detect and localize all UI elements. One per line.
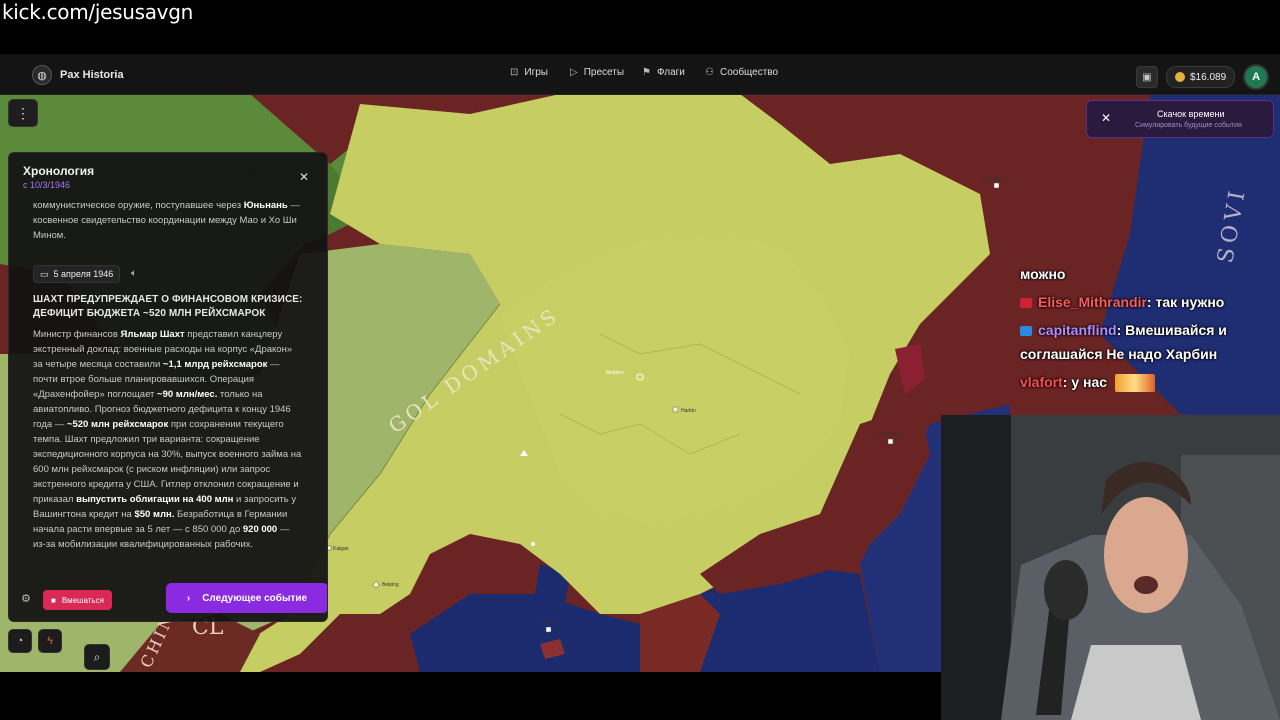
timeline-title: Хронология [23, 164, 95, 178]
search-icon: ⌕ [93, 649, 101, 664]
svg-text:Khabarovsk: Khabarovsk [983, 177, 1010, 183]
bottom-toolbar: ◔ ϟ [8, 629, 62, 653]
more-vertical-icon: ⋮ [16, 104, 30, 121]
users-icon: ⚇ [705, 67, 714, 78]
event-headline: ШАХТ ПРЕДУПРЕЖДАЕТ О ФИНАНСОВОМ КРИЗИСЕ:… [33, 294, 303, 319]
emphasis-text: ~1,1 млрд рейхсмарок [162, 359, 268, 370]
chevron-right-icon: › [186, 592, 191, 604]
nav-flags[interactable]: ⚑ Флаги [642, 67, 685, 78]
speaker-icon[interactable]: 🔈︎ [131, 268, 137, 279]
balance-badge[interactable]: $16.089 [1166, 66, 1236, 88]
svg-text:Beiping: Beiping [382, 582, 399, 588]
top-right-controls: ▣ $16.089 A [1136, 64, 1270, 90]
streamer-webcam [941, 415, 1280, 720]
city-beiping[interactable]: Beiping [372, 580, 399, 589]
app-name: Pax Historia [60, 69, 124, 81]
settings-icon[interactable]: ⚙ [21, 592, 31, 605]
badge-icon [1020, 298, 1032, 309]
map-search-button[interactable]: ⌕ [84, 644, 110, 670]
calendar-icon: ▭ [40, 268, 49, 279]
top-bar: ◍ Pax Historia ⊡ Игры ▷ Пресеты ⚑ Флаги … [0, 54, 1280, 95]
gift-icon: ▣ [1142, 71, 1152, 83]
lightning-icon: ϟ [47, 635, 53, 647]
unit-marker-icon [531, 542, 535, 546]
play-icon: ▷ [570, 67, 578, 78]
nav-community[interactable]: ⚇ Сообщество [705, 67, 778, 78]
svg-text:Kalgan: Kalgan [333, 546, 349, 552]
emphasis-text: ~520 млн рейхсмарок [66, 419, 169, 430]
body-text: при сохранении текущего темпа. Шахт пред… [33, 419, 302, 505]
globe-icon: ◍ [32, 65, 52, 85]
interfere-button[interactable]: ■ Вмешаться [43, 590, 112, 610]
close-icon[interactable]: ✕ [299, 170, 309, 184]
previous-event-text: коммунистическое оружие, поступавшее чер… [33, 200, 300, 241]
nav-games[interactable]: ⊡ Игры [510, 67, 548, 78]
timeline-panel: Хронология с 10/3/1946 ✕ коммунистическо… [8, 152, 328, 622]
emphasis-text: ~90 млн/мес. [157, 389, 218, 400]
badge-icon [1020, 326, 1032, 337]
emphasis-text: 920 000 [242, 524, 278, 535]
emphasis-text: выпустить облигации на 400 млн [76, 494, 234, 505]
chat-bubble-icon: ◔ [16, 635, 24, 647]
event-date-chip: ▭ 5 апреля 1946 [33, 265, 121, 283]
svg-text:Harbin: Harbin [681, 408, 696, 414]
nav-presets[interactable]: ▷ Пресеты [570, 67, 624, 78]
timeline-since-date: с 10/3/1946 [23, 180, 71, 190]
menu-button[interactable]: ⋮ [8, 99, 38, 127]
time-jump-title: Скачок времени [1157, 109, 1225, 119]
emphasis-text: $50 млн. [134, 509, 175, 520]
square-icon: ■ [51, 595, 56, 605]
svg-text:Vladivostok: Vladivostok [877, 432, 903, 438]
flag-icon: ⚑ [642, 67, 651, 78]
stream-url-overlay: kick.com/jesusavgn [2, 0, 193, 24]
time-jump-subtitle: Симулировать будущие события [1135, 122, 1242, 129]
flash-button[interactable]: ϟ [38, 629, 62, 653]
gamepad-icon: ⊡ [510, 67, 519, 78]
body-text: Министр финансов [33, 329, 121, 340]
next-event-button[interactable]: › Следующее событие [166, 583, 327, 613]
event-body-text: Министр финансов Яльмар Шахт представил … [33, 327, 303, 552]
app-logo[interactable]: ◍ Pax Historia [32, 65, 124, 85]
timeline-actions: ⚙ ■ Вмешаться › Следующее событие [9, 578, 327, 621]
stream-chat-message: vlafort: у нас [1020, 370, 1272, 394]
user-avatar[interactable]: A [1243, 64, 1270, 90]
svg-text:Dalian: Dalian [541, 620, 555, 626]
gift-button[interactable]: ▣ [1136, 66, 1158, 88]
coin-icon [1175, 72, 1185, 82]
stream-chat-message: capitanflind: Вмешивайся и соглашайся Не… [1020, 322, 1227, 362]
stream-chat-message: можно [1020, 266, 1066, 282]
emphasis-text: Яльмар Шахт [120, 329, 185, 340]
stream-chat-message: Elise_Mithrandir: так нужно [1020, 290, 1272, 314]
chat-button[interactable]: ◔ [8, 629, 32, 653]
emote-icon [1114, 374, 1155, 393]
close-icon[interactable]: ✕ [1101, 111, 1111, 125]
svg-text:Mukden: Mukden [606, 370, 624, 376]
time-jump-panel[interactable]: ✕ Скачок времени Симулировать будущие со… [1086, 100, 1274, 138]
